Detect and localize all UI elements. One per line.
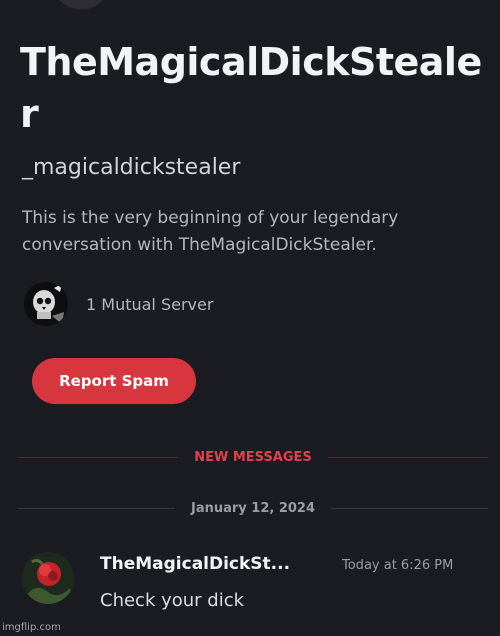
profile-display-name: TheMagicalDickStealer	[20, 40, 482, 136]
report-spam-button[interactable]: Report Spam	[32, 358, 196, 404]
divider-line	[327, 456, 488, 458]
mutual-servers-row[interactable]: 1 Mutual Server	[24, 282, 213, 326]
conversation-intro-text: This is the very beginning of your legen…	[22, 208, 399, 255]
profile-username: _magicaldickstealer	[22, 155, 241, 180]
divider-line	[18, 456, 179, 458]
date-label: January 12, 2024	[190, 500, 316, 516]
mutual-server-label[interactable]: 1 Mutual Server	[86, 295, 213, 314]
new-messages-divider: NEW MESSAGES	[18, 447, 488, 467]
message-timestamp: Today at 6:26 PM	[342, 558, 454, 573]
red-flower-avatar-icon[interactable]	[22, 552, 74, 604]
message-content: Check your dick	[100, 590, 245, 611]
watermark-text: imgflip.com	[2, 622, 61, 633]
divider-line	[331, 507, 489, 509]
date-divider: January 12, 2024	[18, 498, 489, 518]
message-item[interactable]: TheMagicalDickSt... Today at 6:26 PM Che…	[22, 550, 492, 620]
profile-avatar-edge	[52, 0, 110, 12]
message-author[interactable]: TheMagicalDickSt...	[100, 554, 290, 574]
divider-line	[18, 507, 175, 509]
new-messages-label: NEW MESSAGES	[194, 449, 312, 465]
skull-server-icon[interactable]	[24, 282, 68, 326]
